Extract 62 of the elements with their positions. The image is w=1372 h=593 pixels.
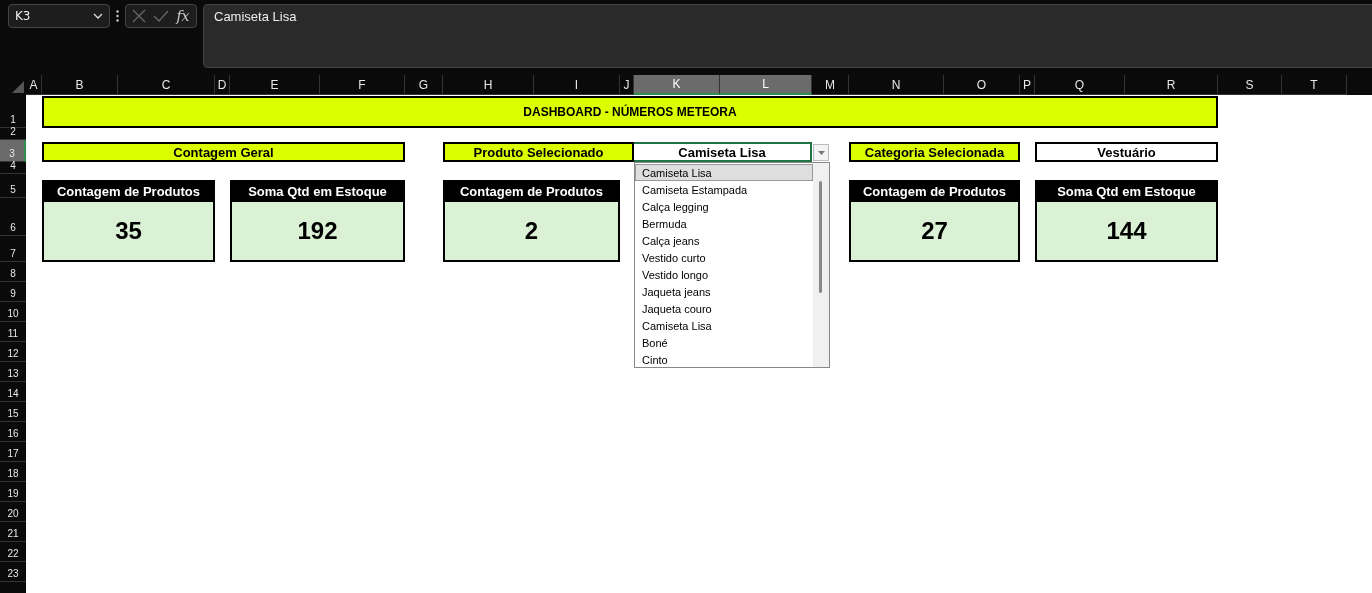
scrollbar[interactable] [813,163,829,367]
column-header[interactable]: Q [1035,75,1125,95]
kpi-label: Contagem de Produtos [44,182,213,202]
dropdown-option[interactable]: Vestido longo [635,266,813,283]
column-header[interactable]: I [534,75,620,95]
kpi-label: Soma Qtd em Estoque [1037,182,1216,202]
dropdown-option[interactable]: Camiseta Estampada [635,181,813,198]
column-header[interactable]: J [620,75,634,95]
kpi-label: Contagem de Produtos [445,182,618,202]
column-header[interactable]: K [634,75,720,95]
chevron-down-icon [93,13,103,19]
select-all-icon[interactable] [12,81,24,93]
column-header[interactable]: E [230,75,320,95]
cancel-icon[interactable] [132,9,147,23]
kpi-value: 2 [523,216,540,246]
section-label: Produto Selecionado [443,142,634,162]
column-header[interactable]: G [405,75,443,95]
column-header[interactable]: F [320,75,405,95]
more-options-icon[interactable] [116,10,119,22]
dropdown-option[interactable]: Cinto [635,351,813,368]
column-header[interactable]: M [812,75,849,95]
dropdown-option[interactable]: Vestido curto [635,249,813,266]
name-box[interactable]: K3 [8,4,110,28]
dropdown-option[interactable]: Boné [635,334,813,351]
insert-function-button[interactable]: fx [176,8,190,24]
dashboard-title: DASHBOARD - NÚMEROS METEORA [42,96,1218,128]
kpi-label: Contagem de Produtos [851,182,1018,202]
caret-icon [817,150,825,155]
column-header[interactable]: H [443,75,534,95]
dropdown-option[interactable]: Calça jeans [635,232,813,249]
dropdown-option[interactable]: Camiseta Lisa [635,317,813,334]
kpi-value: 27 [920,216,949,246]
selected-product-cell[interactable]: Camiseta Lisa [634,142,812,162]
dropdown-option[interactable]: Calça legging [635,198,813,215]
column-header[interactable]: A [26,75,42,95]
column-header[interactable]: C [118,75,215,95]
kpi-value: 144 [1105,216,1148,246]
kpi-value: 192 [296,216,339,246]
column-header[interactable]: S [1218,75,1282,95]
column-header[interactable]: N [849,75,944,95]
column-header[interactable]: T [1282,75,1347,95]
dropdown-button[interactable] [813,144,829,161]
column-header[interactable]: P [1020,75,1035,95]
kpi-label: Soma Qtd em Estoque [232,182,403,202]
selected-category-cell: Vestuário [1035,142,1218,162]
dropdown-option[interactable]: Camiseta Lisa [635,164,813,181]
dropdown-option[interactable]: Bermuda [635,215,813,232]
column-header[interactable]: B [42,75,118,95]
column-header[interactable]: L [720,75,812,95]
row-header[interactable]: 4 [0,162,26,174]
row-header[interactable]: 3 [0,140,26,162]
section-label: Categoria Selecionada [849,142,1020,162]
check-icon[interactable] [153,10,170,22]
row-header[interactable]: 2 [0,128,26,140]
formula-bar[interactable]: Camiseta Lisa [203,4,1372,68]
column-header[interactable]: R [1125,75,1218,95]
section-label: Contagem Geral [42,142,405,162]
dropdown-option[interactable]: Jaqueta couro [635,300,813,317]
column-header[interactable]: D [215,75,230,95]
dropdown-option[interactable]: Jaqueta jeans [635,283,813,300]
column-header[interactable]: O [944,75,1020,95]
kpi-value: 35 [114,216,143,246]
